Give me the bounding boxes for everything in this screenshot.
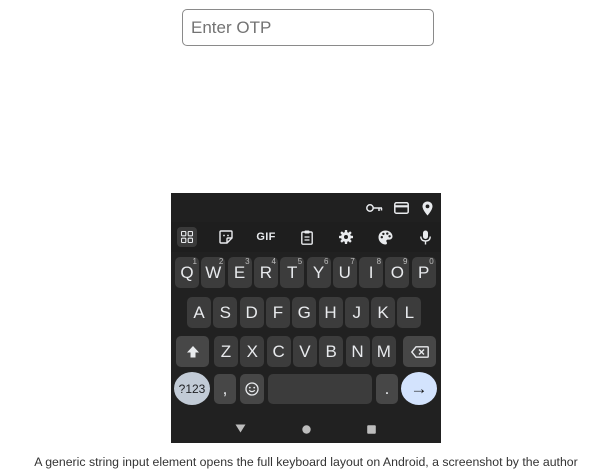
backspace-icon — [410, 345, 429, 358]
key-label: C — [272, 341, 285, 361]
android-nav-bar — [171, 415, 441, 443]
key-label: S — [219, 302, 231, 322]
key-k[interactable]: K — [371, 297, 396, 328]
enter-key[interactable]: → — [401, 372, 437, 405]
key-number-hint: 7 — [350, 257, 355, 266]
backspace-key[interactable] — [403, 336, 436, 367]
key-label: J — [352, 302, 362, 322]
key-c[interactable]: C — [266, 336, 291, 367]
key-label: A — [193, 302, 205, 322]
recents-square-icon[interactable] — [364, 422, 378, 436]
microphone-icon[interactable] — [417, 228, 433, 246]
key-a[interactable]: A — [187, 297, 211, 328]
theme-palette-icon[interactable] — [376, 228, 394, 246]
key-v[interactable]: V — [292, 336, 317, 367]
settings-icon[interactable] — [337, 228, 355, 246]
key-label: E — [233, 262, 246, 282]
key-y[interactable]: Y6 — [306, 257, 331, 288]
key-w[interactable]: W2 — [201, 257, 226, 288]
emoji-key[interactable] — [240, 374, 264, 404]
key-x[interactable]: X — [240, 336, 265, 367]
key-j[interactable]: J — [344, 297, 369, 328]
key-label: N — [351, 341, 364, 361]
key-g[interactable]: G — [292, 297, 317, 328]
space-bar[interactable] — [268, 374, 372, 404]
keyboard-toolbar: GIF — [171, 222, 441, 252]
key-p[interactable]: P0 — [411, 257, 436, 288]
key-label: B — [325, 341, 337, 361]
key-label: Z — [220, 341, 232, 361]
key-number-hint: 5 — [297, 257, 303, 266]
key-o[interactable]: O9 — [385, 257, 410, 288]
key-label: H — [324, 302, 337, 322]
key-label: V — [299, 341, 311, 361]
android-keyboard: GIF Q1W2E3R4T5Y6U7I8O9P0 ASDFGHJKL ZXCVB… — [171, 193, 441, 443]
key-label: Y — [312, 262, 325, 282]
key-label: G — [297, 302, 311, 322]
key-i[interactable]: I8 — [359, 257, 384, 288]
key-t[interactable]: T5 — [280, 257, 305, 288]
card-icon[interactable] — [393, 201, 409, 215]
key-number-hint: 4 — [271, 257, 276, 266]
key-l[interactable]: L — [397, 297, 422, 328]
key-number-hint: 0 — [429, 257, 434, 266]
key-e[interactable]: E3 — [227, 257, 252, 288]
sticker-icon[interactable] — [217, 228, 235, 246]
key-d[interactable]: D — [239, 297, 264, 328]
key-h[interactable]: H — [318, 297, 343, 328]
key-z[interactable]: Z — [214, 336, 238, 367]
key-number-hint: 3 — [245, 257, 250, 266]
key-m[interactable]: M — [371, 336, 396, 367]
key-label: T — [286, 262, 298, 282]
symbols-key[interactable]: ?123 — [174, 372, 210, 405]
keyboard-status-bar — [171, 193, 441, 222]
key-label: M — [376, 341, 391, 361]
key-label: X — [246, 341, 258, 361]
key-number-hint: 1 — [192, 257, 197, 266]
apps-grid-icon[interactable] — [177, 227, 197, 247]
key-label: R — [259, 262, 273, 282]
comma-key[interactable]: , — [214, 374, 236, 404]
key-u[interactable]: U7 — [332, 257, 357, 288]
otp-input[interactable] — [182, 9, 434, 46]
clipboard-icon[interactable] — [299, 228, 315, 246]
key-label: D — [245, 302, 258, 322]
key-b[interactable]: B — [319, 336, 344, 367]
key-label: P — [418, 262, 430, 282]
period-key[interactable]: . — [376, 374, 398, 404]
home-circle-icon[interactable] — [299, 422, 313, 436]
key-number-hint: 9 — [402, 257, 408, 266]
key-s[interactable]: S — [213, 297, 238, 328]
key-label: U — [338, 262, 351, 282]
key-icon[interactable] — [365, 201, 383, 215]
key-label: I — [368, 262, 374, 282]
location-icon[interactable] — [420, 200, 434, 216]
emoji-icon — [245, 382, 259, 396]
shift-key[interactable] — [176, 336, 209, 367]
key-f[interactable]: F — [265, 297, 290, 328]
key-number-hint: 8 — [376, 257, 382, 266]
back-triangle-icon[interactable] — [233, 421, 247, 435]
key-number-hint: 2 — [218, 257, 224, 266]
key-label: K — [377, 302, 389, 322]
key-n[interactable]: N — [345, 336, 370, 367]
figure-caption: A generic string input element opens the… — [34, 455, 578, 469]
key-label: L — [404, 302, 415, 322]
key-label: F — [272, 302, 284, 322]
key-r[interactable]: R4 — [253, 257, 278, 288]
shift-icon — [186, 345, 199, 357]
key-number-hint: 6 — [324, 257, 329, 266]
key-q[interactable]: Q1 — [175, 257, 199, 288]
gif-button[interactable]: GIF — [254, 229, 278, 245]
